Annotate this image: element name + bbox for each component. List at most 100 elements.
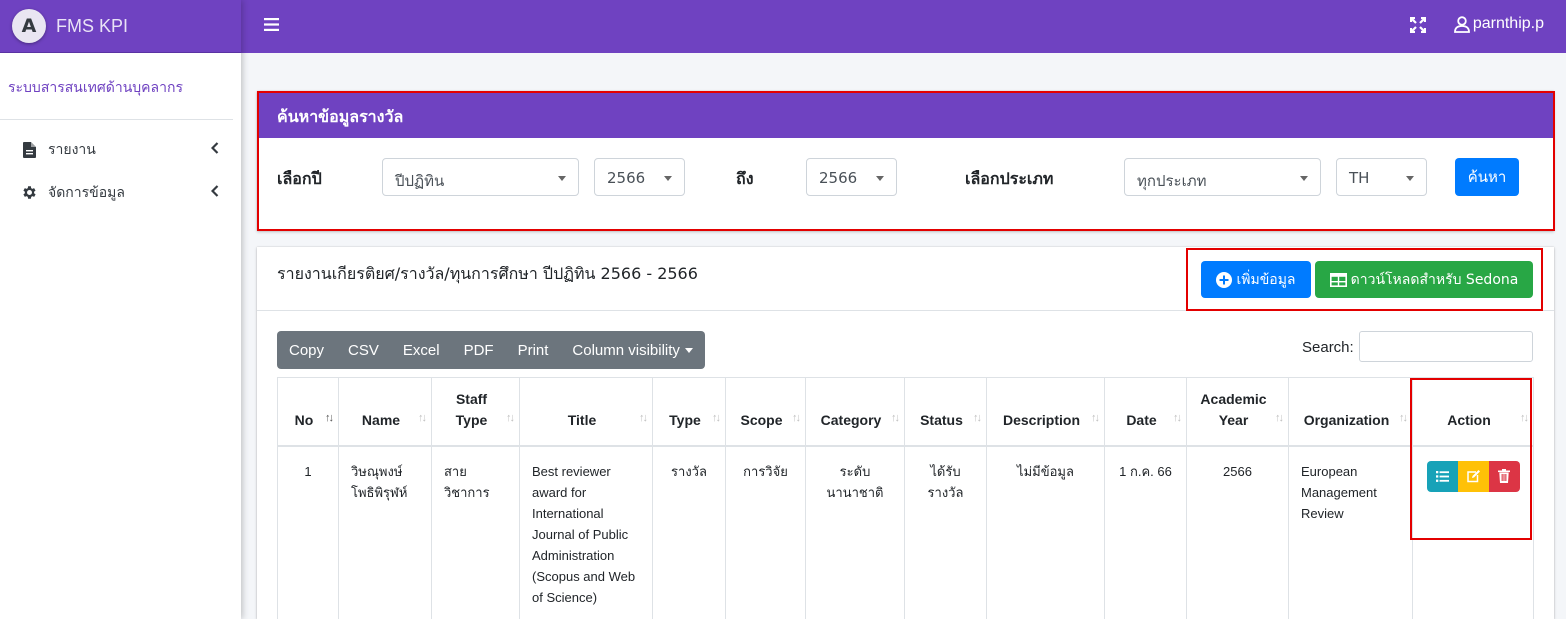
cell-name: วิษณุพงษ์ โพธิพิรุฬห์ (338, 445, 432, 619)
dropdown-caret-icon (876, 176, 884, 181)
sort-icon: ↑↓ (1275, 411, 1284, 424)
dropdown-caret-icon (664, 176, 672, 181)
table-icon (1329, 272, 1347, 287)
sort-icon: ↑↓ (973, 411, 982, 424)
language-select[interactable]: TH (1336, 158, 1427, 196)
user-icon (1453, 15, 1470, 33)
brand-logo: A (12, 9, 46, 43)
column-header-academic-year[interactable]: Academic Year ↑↓ (1186, 377, 1289, 446)
column-header-organization[interactable]: Organization ↑↓ (1288, 377, 1413, 446)
user-menu[interactable]: parnthip.p (1453, 15, 1544, 33)
year-to-select[interactable]: 2566 (806, 158, 897, 196)
edit-icon (1466, 470, 1480, 483)
dropdown-caret-icon (1300, 176, 1308, 181)
year-type-select[interactable]: ปีปฏิทิน (382, 158, 579, 196)
cell-type: รางวัล (652, 445, 726, 619)
edit-button[interactable] (1457, 460, 1489, 492)
sidebar-item-reports[interactable]: รายงาน (0, 128, 241, 171)
sort-icon: ↑↓ (1091, 411, 1100, 424)
export-button-group: Copy CSV Excel PDF Print Column visibili… (277, 331, 705, 369)
sort-icon: ↑↓ (891, 411, 900, 424)
excel-button[interactable]: Excel (391, 331, 452, 369)
cell-academic-year: 2566 (1186, 445, 1289, 619)
column-header-type[interactable]: Type ↑↓ (652, 377, 726, 446)
column-visibility-button[interactable]: Column visibility (560, 331, 705, 369)
sidebar-section-title: ระบบสารสนเทศด้านบุคลากร (0, 53, 233, 120)
print-button[interactable]: Print (506, 331, 561, 369)
delete-button[interactable] (1488, 460, 1520, 492)
chevron-left-icon (210, 142, 219, 158)
cell-scope: การวิจัย (725, 445, 806, 619)
column-header-staff-type[interactable]: Staff Type ↑↓ (431, 377, 520, 446)
dropdown-caret-icon (1406, 176, 1414, 181)
cell-title: Best reviewer award for International Jo… (519, 445, 653, 619)
sidebar-item-data-management[interactable]: จัดการข้อมูล (0, 171, 241, 214)
csv-button[interactable]: CSV (336, 331, 391, 369)
cell-no: 1 (277, 445, 339, 619)
column-header-title[interactable]: Title ↑↓ (519, 377, 653, 446)
download-sedona-button[interactable]: ดาวน์โหลดสำหรับ Sedona (1315, 261, 1533, 298)
copy-button[interactable]: Copy (277, 331, 336, 369)
gear-icon (20, 184, 38, 202)
sidebar: A FMS KPI ระบบสารสนเทศด้านบุคลากร รายงาน… (0, 0, 241, 619)
pdf-button[interactable]: PDF (452, 331, 506, 369)
sort-icon: ↑↓ (1520, 411, 1529, 424)
column-header-name[interactable]: Name ↑↓ (338, 377, 432, 446)
sort-ascending-icon: ↑↓ (325, 411, 334, 424)
type-label: เลือกประเภท (965, 169, 1054, 188)
column-header-status[interactable]: Status ↑↓ (904, 377, 987, 446)
award-type-select[interactable]: ทุกประเภท (1124, 158, 1321, 196)
view-details-button[interactable] (1426, 460, 1458, 492)
cell-organization: European Management Review (1288, 445, 1413, 619)
cell-status: ได้รับ รางวัล (904, 445, 987, 619)
column-header-scope[interactable]: Scope ↑↓ (725, 377, 806, 446)
table-search-label: Search: (1302, 339, 1354, 356)
chevron-left-icon (210, 185, 219, 201)
sort-icon: ↑↓ (712, 411, 721, 424)
dropdown-caret-icon (558, 176, 566, 181)
to-label: ถึง (736, 169, 754, 188)
sort-icon: ↑↓ (639, 411, 648, 424)
add-record-button[interactable]: เพิ่มข้อมูล (1201, 261, 1311, 298)
awards-table: No ↑↓ Name ↑↓ Staff Type ↑↓ Title ↑↓ Type ↑↓ … (277, 377, 1534, 619)
list-icon (1435, 470, 1449, 482)
plus-circle-icon (1216, 271, 1233, 288)
column-header-no[interactable]: No ↑↓ (277, 377, 339, 446)
sidebar-item-label: รายงาน (48, 141, 96, 158)
cell-description: ไม่มีข้อมูล (986, 445, 1105, 619)
cell-date: 1 ก.ค. 66 (1104, 445, 1187, 619)
sort-icon: ↑↓ (418, 411, 427, 424)
year-label: เลือกปี (277, 169, 322, 188)
report-title: รายงานเกียรติยศ/รางวัล/ทุนการศึกษา ปีปฏิ… (277, 264, 698, 283)
cell-staff-type: สาย วิชาการ (431, 445, 520, 619)
column-header-description[interactable]: Description ↑↓ (986, 377, 1105, 446)
cell-category: ระดับ นานาชาติ (805, 445, 905, 619)
sort-icon: ↑↓ (506, 411, 515, 424)
table-header-row: No ↑↓ Name ↑↓ Staff Type ↑↓ Title ↑↓ Type ↑↓ … (277, 377, 1534, 446)
year-from-select[interactable]: 2566 (594, 158, 685, 196)
file-icon (20, 141, 38, 159)
sort-icon: ↑↓ (792, 411, 801, 424)
search-card-title: ค้นหาข้อมูลรางวัล (257, 91, 1554, 138)
column-header-date[interactable]: Date ↑↓ (1104, 377, 1187, 446)
column-header-category[interactable]: Category ↑↓ (805, 377, 905, 446)
card-header-divider (257, 310, 1554, 311)
menu-toggle-icon[interactable] (264, 17, 279, 36)
row-action-group (1426, 460, 1520, 492)
fullscreen-icon[interactable] (1409, 16, 1427, 37)
username: parnthip.p (1472, 15, 1544, 32)
brand-link[interactable]: A FMS KPI (0, 0, 241, 53)
column-header-action[interactable]: Action ↑↓ (1412, 377, 1534, 446)
table-search-input[interactable] (1359, 331, 1533, 362)
staff-type-header-text: Staff Type (455, 390, 488, 428)
brand-name: FMS KPI (56, 15, 129, 36)
sort-icon: ↑↓ (1399, 411, 1408, 424)
dropdown-caret-icon (684, 347, 693, 353)
sidebar-item-label: จัดการข้อมูล (48, 184, 125, 201)
top-navbar: parnthip.p (241, 0, 1566, 53)
search-button[interactable]: ค้นหา (1455, 158, 1519, 196)
table-row: 1 วิษณุพงษ์ โพธิพิรุฬห์ สาย วิชาการ Best… (277, 445, 1534, 619)
cell-action (1412, 445, 1534, 619)
trash-icon (1498, 469, 1510, 483)
sort-icon: ↑↓ (1173, 411, 1182, 424)
